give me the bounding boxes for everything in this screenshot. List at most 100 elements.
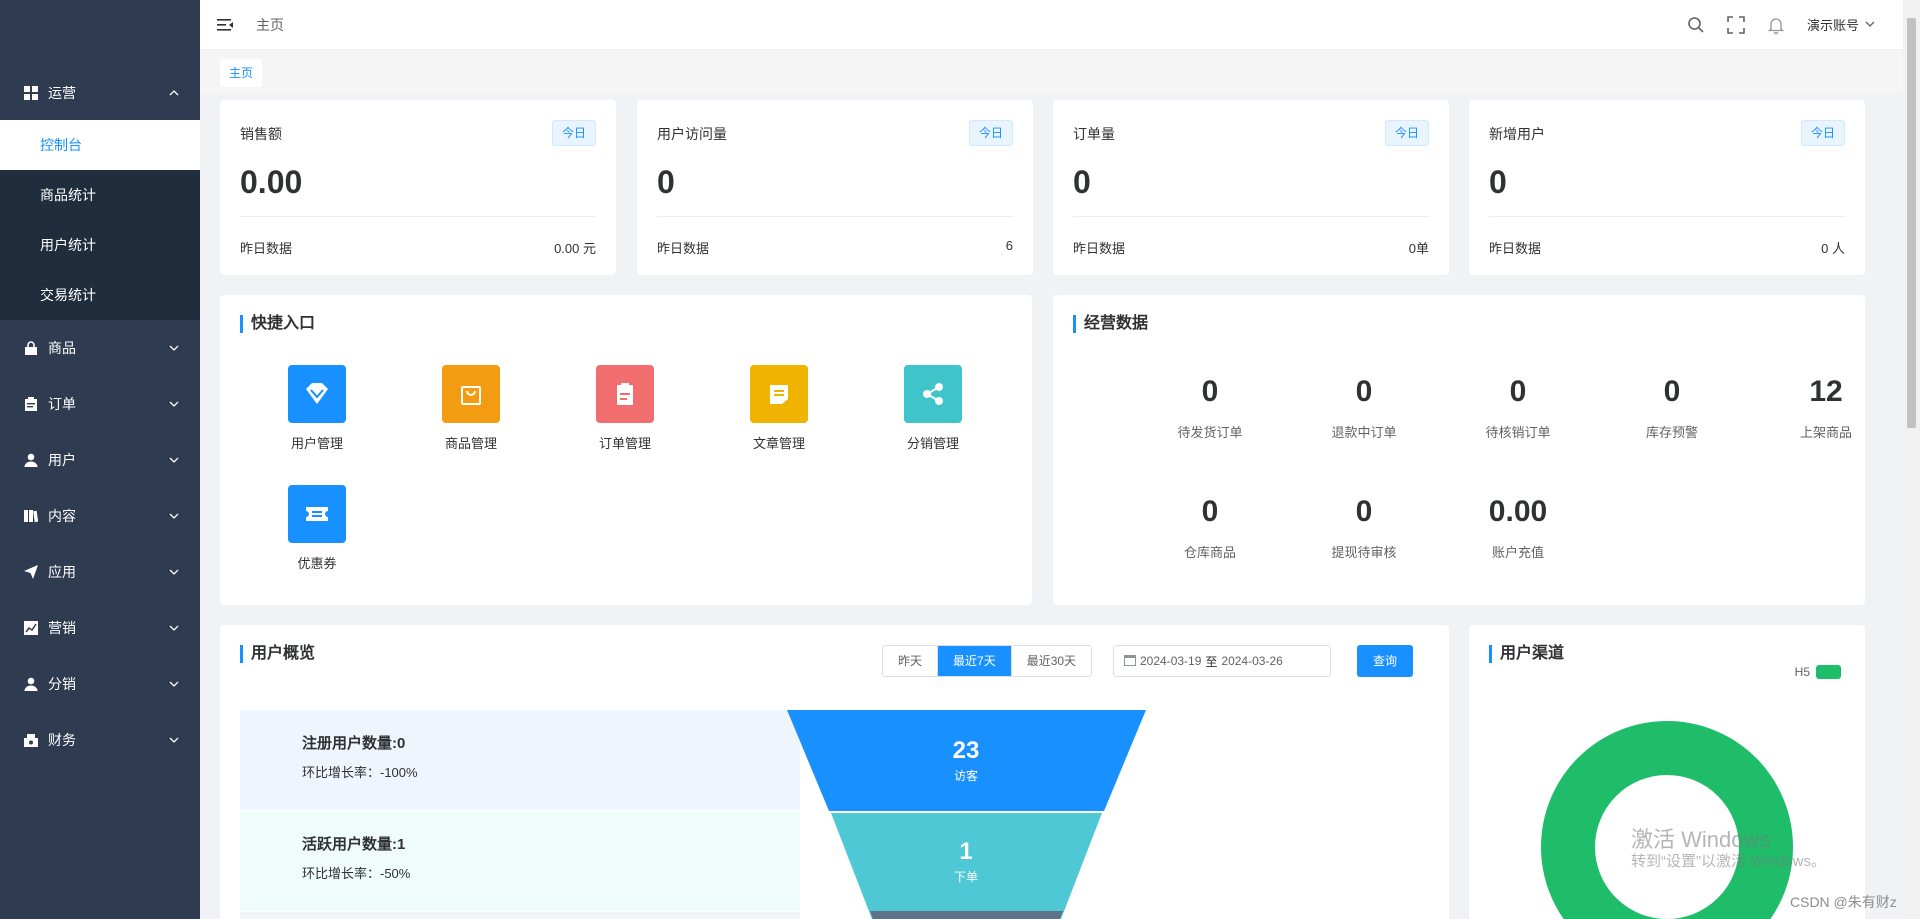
business-item[interactable]: 0 待核销订单 xyxy=(1458,372,1578,441)
business-label: 退款中订单 xyxy=(1331,425,1397,440)
business-item[interactable]: 0 待发货订单 xyxy=(1150,372,1270,441)
funnel-chart xyxy=(787,710,1146,919)
sidebar-group-users[interactable]: 用户 xyxy=(0,432,200,488)
header-actions: 演示账号 xyxy=(1687,15,1903,34)
sidebar-group-distribution[interactable]: 分销 xyxy=(0,656,200,712)
funnel-label: 下单 xyxy=(953,870,978,884)
quick-user-management[interactable]: 用户管理 xyxy=(257,365,377,452)
business-data-card: 经营数据 0 待发货订单 0 退款中订单 0 待核销订单 0 库存预警 12 上… xyxy=(1053,295,1865,605)
sidebar-group-label: 营销 xyxy=(48,620,76,636)
stat-title: 用户访问量 xyxy=(657,126,727,142)
search-icon[interactable] xyxy=(1687,16,1705,34)
business-item[interactable]: 0.00 账户充值 xyxy=(1458,492,1578,561)
business-label: 库存预警 xyxy=(1645,425,1698,440)
stat-card-new-users: 新增用户 今日 0 昨日数据 0 人 xyxy=(1469,100,1865,275)
chevron-up-icon xyxy=(168,87,180,99)
business-value: 0 xyxy=(1201,375,1219,408)
share-icon xyxy=(904,365,962,423)
stat-value: 0 xyxy=(657,164,675,200)
sidebar-group-marketing[interactable]: 营销 xyxy=(0,600,200,656)
funnel-label: 访客 xyxy=(953,769,978,783)
sidebar-group-label: 运营 xyxy=(48,85,76,101)
stat-title: 新增用户 xyxy=(1489,126,1545,142)
sidebar: 运营 控制台 商品统计 用户统计 交易统计 商品 订单 用户 内容 应用 营销 … xyxy=(0,0,200,919)
chevron-down-icon xyxy=(168,566,180,578)
sidebar-group-label: 分销 xyxy=(48,676,76,692)
stat-card-visits: 用户访问量 今日 0 昨日数据 6 xyxy=(637,100,1033,275)
stat-foot-value: 0单 xyxy=(1408,241,1429,256)
business-label: 提现待审核 xyxy=(1331,545,1397,560)
business-value: 0.00 xyxy=(1488,495,1548,528)
business-value: 0 xyxy=(1663,375,1681,408)
section-title: 快捷入口 xyxy=(240,315,315,333)
bell-icon[interactable] xyxy=(1767,16,1785,34)
sidebar-group-orders[interactable]: 订单 xyxy=(0,376,200,432)
chevron-down-icon xyxy=(168,454,180,466)
sidebar-group-operations[interactable]: 运营 xyxy=(0,66,200,120)
stat-value: 0 xyxy=(1489,164,1507,200)
sidebar-item-trade-stats[interactable]: 交易统计 xyxy=(0,270,200,320)
divider xyxy=(240,216,596,217)
account-menu[interactable]: 演示账号 xyxy=(1807,15,1875,34)
funnel-number: 23 xyxy=(952,737,980,764)
quick-label: 订单管理 xyxy=(598,436,651,451)
business-label: 仓库商品 xyxy=(1183,545,1236,560)
scrollbar-thumb[interactable] xyxy=(1907,18,1916,428)
sidebar-group-apps[interactable]: 应用 xyxy=(0,544,200,600)
business-label: 待核销订单 xyxy=(1485,425,1551,440)
business-item[interactable]: 0 库存预警 xyxy=(1612,372,1732,441)
stat-value: 0.00 xyxy=(240,164,303,200)
sidebar-group-label: 内容 xyxy=(48,508,76,524)
top-header: 主页 演示账号 xyxy=(200,0,1903,50)
stat-foot-value: 0.00 元 xyxy=(554,241,596,256)
business-item[interactable]: 0 仓库商品 xyxy=(1150,492,1270,561)
user-channel-card: 用户渠道 H5 xyxy=(1469,625,1865,919)
business-item[interactable]: 12 上架商品 xyxy=(1766,372,1886,441)
funnel-segment-third xyxy=(870,911,1063,919)
stat-foot-label: 昨日数据 xyxy=(1489,241,1542,256)
menu-fold-icon[interactable] xyxy=(216,16,234,34)
tag-home[interactable]: 主页 xyxy=(220,59,263,87)
business-label: 账户充值 xyxy=(1491,545,1544,560)
breadcrumb[interactable]: 主页 xyxy=(256,15,284,35)
quick-order-management[interactable]: 订单管理 xyxy=(565,365,685,452)
stat-value: 0 xyxy=(1073,164,1091,200)
chevron-down-icon xyxy=(1865,17,1875,32)
sidebar-item-product-stats[interactable]: 商品统计 xyxy=(0,170,200,220)
quick-product-management[interactable]: 商品管理 xyxy=(411,365,531,452)
fullscreen-icon[interactable] xyxy=(1727,15,1745,34)
divider xyxy=(657,216,1013,217)
quick-label: 分销管理 xyxy=(906,436,959,451)
sidebar-group-products[interactable]: 商品 xyxy=(0,320,200,376)
page-scrollbar[interactable] xyxy=(1903,0,1920,919)
sidebar-item-dashboard[interactable]: 控制台 xyxy=(0,120,200,170)
section-title: 经营数据 xyxy=(1073,315,1148,333)
user-overview-card: 用户概览 昨天 最近7天 最近30天 2024-03-19 至 2024-03-… xyxy=(220,625,1449,919)
chevron-down-icon xyxy=(168,734,180,746)
sidebar-group-content[interactable]: 内容 xyxy=(0,488,200,544)
bag-icon xyxy=(442,365,500,423)
sidebar-item-user-stats[interactable]: 用户统计 xyxy=(0,220,200,270)
chevron-down-icon xyxy=(168,678,180,690)
business-item[interactable]: 0 退款中订单 xyxy=(1304,372,1424,441)
tags-view: 主页 xyxy=(200,50,1903,94)
quick-article-management[interactable]: 文章管理 xyxy=(719,365,839,452)
lock-icon xyxy=(24,341,38,355)
stat-card-sales: 销售额 今日 0.00 昨日数据 0.00 元 xyxy=(220,100,616,275)
stat-title: 订单量 xyxy=(1073,126,1115,142)
sidebar-group-label: 财务 xyxy=(48,732,76,748)
ticket-icon xyxy=(288,485,346,543)
business-item[interactable]: 0 提现待审核 xyxy=(1304,492,1424,561)
stat-title: 销售额 xyxy=(240,126,282,142)
sidebar-logo-area xyxy=(0,0,200,66)
quick-coupons[interactable]: 优惠券 xyxy=(257,485,377,572)
stat-foot-label: 昨日数据 xyxy=(657,241,710,256)
sidebar-group-finance[interactable]: 财务 xyxy=(0,712,200,768)
stat-badge: 今日 xyxy=(968,120,1013,146)
quick-distribution-management[interactable]: 分销管理 xyxy=(873,365,993,452)
csdn-watermark: CSDN @朱有财z xyxy=(1790,894,1897,910)
channel-donut-chart xyxy=(1541,721,1793,919)
divider xyxy=(1073,216,1429,217)
stat-foot-label: 昨日数据 xyxy=(240,241,293,256)
business-value: 0 xyxy=(1509,375,1527,408)
